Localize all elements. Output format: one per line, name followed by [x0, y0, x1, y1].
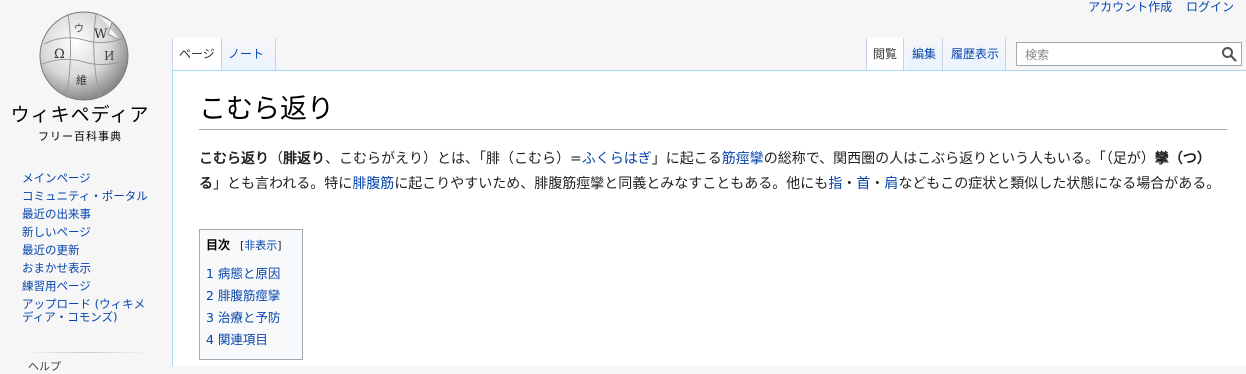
- toc-item: 4 関連項目: [206, 329, 296, 351]
- toc-hide-link[interactable]: 非表示: [244, 239, 277, 252]
- toc-item: 3 治療と予防: [206, 307, 296, 329]
- toc-toggle-close-bracket: ]: [277, 239, 282, 252]
- tab-history[interactable]: 履歴表示: [945, 38, 1007, 70]
- link-kata[interactable]: 肩: [884, 176, 898, 192]
- link-yubi[interactable]: 指: [828, 176, 842, 192]
- sidebar-item-new-pages[interactable]: 新しいページ: [22, 226, 150, 239]
- logo-glyph-w: W: [94, 27, 108, 42]
- logo-glyph-katakana: ウ: [74, 23, 84, 35]
- toc-list: 1 病態と原因 2 腓腹筋痙攣 3 治療と予防 4 関連項目: [206, 263, 296, 351]
- logo-glyph-omega: Ω: [54, 47, 65, 62]
- link-fukurahagi[interactable]: ふくらはぎ: [582, 151, 652, 167]
- tab-edit[interactable]: 編集: [906, 38, 944, 70]
- toc-link-2[interactable]: 2 腓腹筋痙攣: [206, 288, 280, 303]
- toc-title: 目次: [206, 238, 231, 252]
- intro-term-alt: 腓返り: [283, 151, 325, 167]
- tab-read[interactable]: 閲覧: [866, 38, 905, 70]
- toc-toggle: [非表示]: [240, 239, 282, 252]
- page-title: こむら返り: [199, 93, 1227, 130]
- intro-text-6: に起こりやすいため、腓腹筋痙攣と同義とみなすこともある。他にも: [394, 176, 829, 192]
- link-hifukukin[interactable]: 腓腹筋: [352, 176, 394, 192]
- search-input[interactable]: [1023, 44, 1217, 66]
- toc-link-1[interactable]: 1 病態と原因: [206, 266, 280, 281]
- intro-text-1: （: [269, 151, 283, 167]
- article-content: こむら返り こむら返り（腓返り、こむらがえり）とは、「腓（こむら）=ふくらはぎ」…: [172, 70, 1246, 366]
- toc-link-4[interactable]: 4 関連項目: [206, 332, 268, 347]
- intro-term: こむら返り: [199, 151, 269, 167]
- table-of-contents: 目次 [非表示] 1 病態と原因 2 腓腹筋痙攣 3 治療と予防 4 関連項目: [199, 229, 303, 360]
- sidebar-divider: [22, 352, 150, 353]
- toc-item: 2 腓腹筋痙攣: [206, 285, 296, 307]
- tab-page-label: ページ: [179, 47, 215, 61]
- wikipedia-globe-icon: W Ω 維 И ウ: [39, 11, 129, 101]
- sidebar-item-current-events[interactable]: 最近の出来事: [22, 208, 150, 221]
- sidebar-item-recent-changes[interactable]: 最近の更新: [22, 244, 150, 257]
- sidebar-heading-help[interactable]: ヘルプ: [28, 358, 61, 374]
- logo-subtitle: フリー百科事典: [38, 130, 122, 143]
- tab-read-label: 閲覧: [873, 47, 898, 61]
- sidebar-item-community-portal[interactable]: コミュニティ・ポータル: [22, 190, 150, 203]
- wikipedia-logo[interactable]: W Ω 維 И ウ ウィキペディア フリー百科事典: [0, 0, 160, 150]
- sidebar-navigation: メインページ コミュニティ・ポータル 最近の出来事 新しいページ 最近の更新 お…: [22, 172, 162, 329]
- sidebar-item-random-page[interactable]: おまかせ表示: [22, 262, 150, 275]
- intro-text-2: 、こむらがえり）とは、「腓（こむら）=: [325, 151, 582, 167]
- intro-text-4: の総称で、関西圏の人はこぶら返りという人もいる。「（足が）: [763, 151, 1155, 167]
- link-kubi[interactable]: 首: [856, 176, 870, 192]
- logo-title: ウィキペディア: [10, 104, 150, 126]
- tab-history-label[interactable]: 履歴表示: [951, 47, 999, 61]
- article-intro: こむら返り（腓返り、こむらがえり）とは、「腓（こむら）=ふくらはぎ」に起こる筋痙…: [199, 147, 1231, 197]
- intro-separator-2: ・: [870, 176, 885, 192]
- toc-item: 1 病態と原因: [206, 263, 296, 285]
- intro-text-7: などもこの症状と類似した状態になる場合がある。: [898, 176, 1221, 192]
- logo-glyph-cyrillic: И: [104, 49, 114, 63]
- sidebar-item-upload[interactable]: アップロード (ウィキメディア・コモンズ): [22, 298, 150, 324]
- tab-page[interactable]: ページ: [172, 38, 222, 70]
- search-icon[interactable]: [1221, 46, 1237, 62]
- personal-tools: アカウント作成 ログイン: [1078, 0, 1234, 14]
- link-kinkeiren[interactable]: 筋痙攣: [722, 151, 764, 167]
- logo-glyph-kanji: 維: [76, 74, 87, 87]
- login-link[interactable]: ログイン: [1186, 0, 1234, 14]
- intro-text-5: 」とも言われる。特に: [213, 176, 353, 192]
- search-box: [1016, 42, 1242, 66]
- toc-link-3[interactable]: 3 治療と予防: [206, 310, 280, 325]
- intro-separator-1: ・: [842, 176, 857, 192]
- tab-edit-label[interactable]: 編集: [912, 47, 936, 61]
- tab-talk[interactable]: ノート: [222, 38, 276, 70]
- create-account-link[interactable]: アカウント作成: [1088, 0, 1172, 14]
- tab-talk-label[interactable]: ノート: [228, 47, 264, 61]
- sidebar-item-main-page[interactable]: メインページ: [22, 172, 150, 185]
- intro-text-3: 」に起こる: [651, 151, 722, 167]
- sidebar-item-sandbox[interactable]: 練習用ページ: [22, 280, 150, 293]
